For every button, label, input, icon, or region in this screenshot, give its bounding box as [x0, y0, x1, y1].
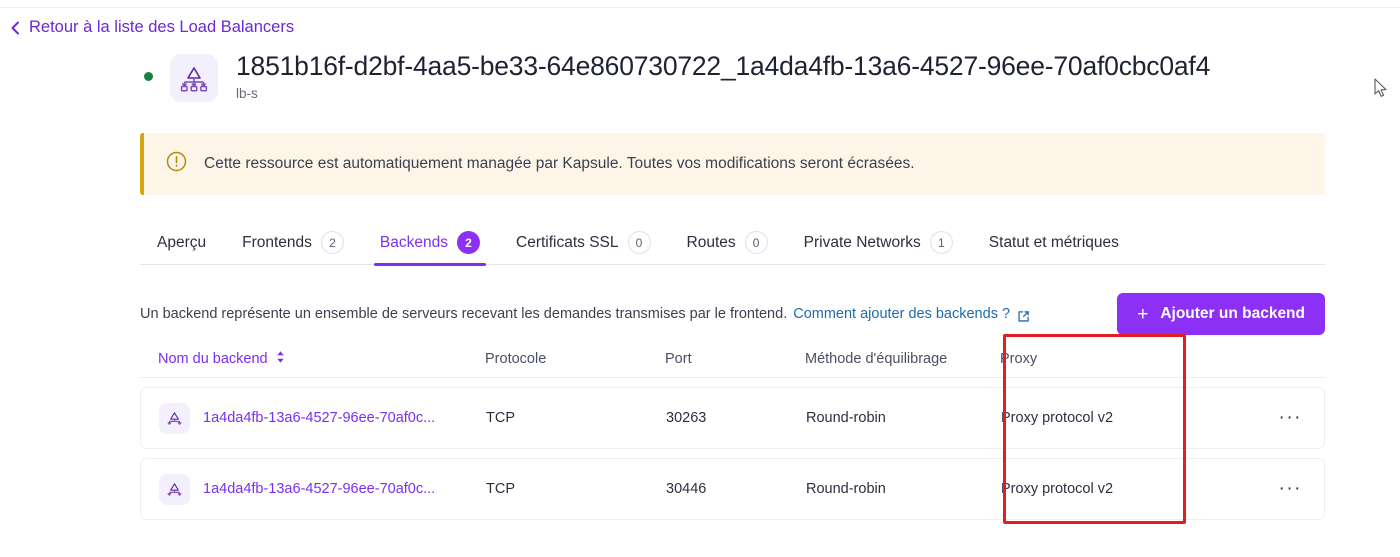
resource-header: 1851b16f-d2bf-4aa5-be33-64e860730722_1a4… — [140, 50, 1210, 102]
cell-proxy: Proxy protocol v2 — [1001, 410, 1114, 426]
plus-icon: + — [1137, 303, 1149, 325]
tab-label: Aperçu — [157, 233, 207, 251]
how-to-add-backends-link[interactable]: Comment ajouter des backends ? — [793, 306, 1030, 322]
backend-name-link[interactable]: 1a4da4fb-13a6-4527-96ee-70af0c... — [203, 481, 435, 497]
row-menu-button[interactable]: ··· — [1279, 479, 1302, 498]
tab-label: Routes — [686, 233, 736, 251]
add-backend-button[interactable]: + Ajouter un backend — [1117, 293, 1325, 335]
backend-description: Un backend représente un ensemble de ser… — [140, 306, 1030, 322]
tab-private-networks[interactable]: Private Networks 1 — [786, 221, 971, 265]
column-header-port: Port — [665, 350, 692, 367]
cell-proxy: Proxy protocol v2 — [1001, 481, 1114, 497]
cell-actions: ··· — [1216, 479, 1324, 498]
tab-label: Frontends — [242, 233, 312, 251]
status-indicator-dot — [144, 72, 153, 81]
chevron-left-icon — [10, 21, 20, 35]
tab-count-badge: 2 — [457, 231, 480, 254]
mouse-cursor — [1374, 78, 1388, 103]
column-header-name[interactable]: Nom du backend — [140, 350, 485, 368]
tab-backends[interactable]: Backends 2 — [362, 221, 498, 266]
tab-label: Certificats SSL — [516, 233, 619, 251]
section-description-row: Un backend représente un ensemble de ser… — [140, 292, 1325, 336]
tab-statut-et-metriques[interactable]: Statut et métriques — [971, 221, 1137, 265]
resource-subtitle: lb-s — [236, 86, 258, 101]
external-link-icon — [1017, 310, 1030, 323]
tab-apercu[interactable]: Aperçu — [140, 221, 224, 265]
tab-count-badge: 0 — [744, 231, 768, 254]
cell-port: 30446 — [666, 481, 707, 497]
cell-name: 1a4da4fb-13a6-4527-96ee-70af0c... — [141, 402, 486, 434]
load-balancer-icon — [159, 473, 190, 505]
tab-count-badge: 2 — [320, 231, 344, 254]
top-divider — [0, 0, 1400, 8]
cell-method: Round-robin — [806, 481, 886, 497]
tab-count-badge: 1 — [929, 231, 953, 254]
back-to-list-label: Retour à la liste des Load Balancers — [29, 18, 295, 36]
tab-count-badge: 0 — [627, 231, 651, 254]
backend-name-link[interactable]: 1a4da4fb-13a6-4527-96ee-70af0c... — [203, 410, 435, 426]
table-header-row: Nom du backend Protocole Port Méthode d'… — [140, 340, 1325, 378]
table-row[interactable]: 1a4da4fb-13a6-4527-96ee-70af0c... TCP 30… — [140, 458, 1325, 520]
link-label: Comment ajouter des backends ? — [793, 306, 1011, 322]
load-balancer-icon — [170, 54, 218, 102]
tab-certificats-ssl[interactable]: Certificats SSL 0 — [498, 221, 669, 265]
resource-title-block: 1851b16f-d2bf-4aa5-be33-64e860730722_1a4… — [236, 47, 1210, 101]
tab-label: Statut et métriques — [988, 233, 1119, 251]
column-header-protocol: Protocole — [485, 350, 547, 367]
back-to-list-link[interactable]: Retour à la liste des Load Balancers — [10, 18, 294, 37]
managed-resource-banner: Cette ressource est automatiquement mana… — [140, 133, 1325, 195]
cell-protocol: TCP — [486, 410, 515, 426]
page-root: Retour à la liste des Load Balancers 185… — [0, 0, 1400, 557]
column-header-proxy: Proxy — [1000, 350, 1038, 367]
column-label: Nom du backend — [158, 350, 268, 367]
sort-by-name-control[interactable]: Nom du backend — [158, 350, 285, 368]
tab-label: Private Networks — [803, 233, 921, 251]
tab-bar: Aperçu Frontends 2 Backends 2 Certificat… — [140, 221, 1325, 266]
banner-message: Cette ressource est automatiquement mana… — [204, 155, 915, 172]
tab-frontends[interactable]: Frontends 2 — [224, 221, 362, 265]
page-title: 1851b16f-d2bf-4aa5-be33-64e860730722_1a4… — [236, 51, 1211, 81]
warning-circle-icon — [166, 151, 187, 177]
cell-method: Round-robin — [806, 410, 886, 426]
cell-protocol: TCP — [486, 481, 515, 497]
backends-table: Nom du backend Protocole Port Méthode d'… — [140, 340, 1325, 520]
sort-chevrons-icon — [276, 350, 285, 368]
add-backend-label: Ajouter un backend — [1160, 305, 1305, 322]
column-header-method: Méthode d'équilibrage — [805, 350, 948, 367]
table-row[interactable]: 1a4da4fb-13a6-4527-96ee-70af0c... TCP 30… — [140, 387, 1325, 449]
description-text: Un backend représente un ensemble de ser… — [140, 306, 788, 322]
cell-port: 30263 — [666, 410, 707, 426]
tab-label: Backends — [379, 233, 448, 251]
cell-actions: ··· — [1216, 408, 1324, 427]
row-menu-button[interactable]: ··· — [1279, 408, 1302, 427]
cell-name: 1a4da4fb-13a6-4527-96ee-70af0c... — [141, 473, 486, 505]
load-balancer-icon — [159, 402, 190, 434]
tab-routes[interactable]: Routes 0 — [669, 221, 786, 265]
